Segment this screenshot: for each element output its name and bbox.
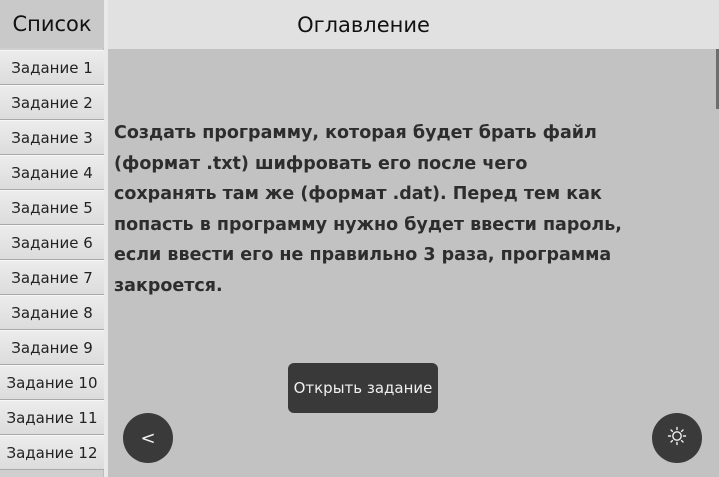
sidebar-item-task-9[interactable]: Задание 9 <box>0 330 104 365</box>
back-button[interactable]: < <box>123 413 173 463</box>
sidebar-item-task-8[interactable]: Задание 8 <box>0 295 104 330</box>
sidebar-item-task-11[interactable]: Задание 11 <box>0 400 104 435</box>
sidebar-item-task-5[interactable]: Задание 5 <box>0 190 104 225</box>
sidebar-item-task-7[interactable]: Задание 7 <box>0 260 104 295</box>
sidebar-item-task-4[interactable]: Задание 4 <box>0 155 104 190</box>
task-description: Создать программу, которая будет брать ф… <box>114 123 622 296</box>
sidebar-item-task-1[interactable]: Задание 1 <box>0 50 104 85</box>
sidebar-divider <box>104 0 108 477</box>
sidebar-item-task-12[interactable]: Задание 12 <box>0 435 104 470</box>
sidebar-title: Список <box>0 0 104 48</box>
theme-toggle-button[interactable] <box>652 413 702 463</box>
sidebar: Список Задание 1 Задание 2 Задание 3 Зад… <box>0 0 104 477</box>
sun-icon <box>667 426 687 450</box>
sidebar-item-task-10[interactable]: Задание 10 <box>0 365 104 400</box>
page-title: Оглавление <box>108 0 719 49</box>
open-task-button[interactable]: Открыть задание <box>288 363 438 413</box>
sidebar-list: Задание 1 Задание 2 Задание 3 Задание 4 … <box>0 50 104 470</box>
sidebar-item-task-6[interactable]: Задание 6 <box>0 225 104 260</box>
sidebar-item-task-2[interactable]: Задание 2 <box>0 85 104 120</box>
app-window: Список Задание 1 Задание 2 Задание 3 Зад… <box>0 0 719 477</box>
sidebar-item-task-3[interactable]: Задание 3 <box>0 120 104 155</box>
